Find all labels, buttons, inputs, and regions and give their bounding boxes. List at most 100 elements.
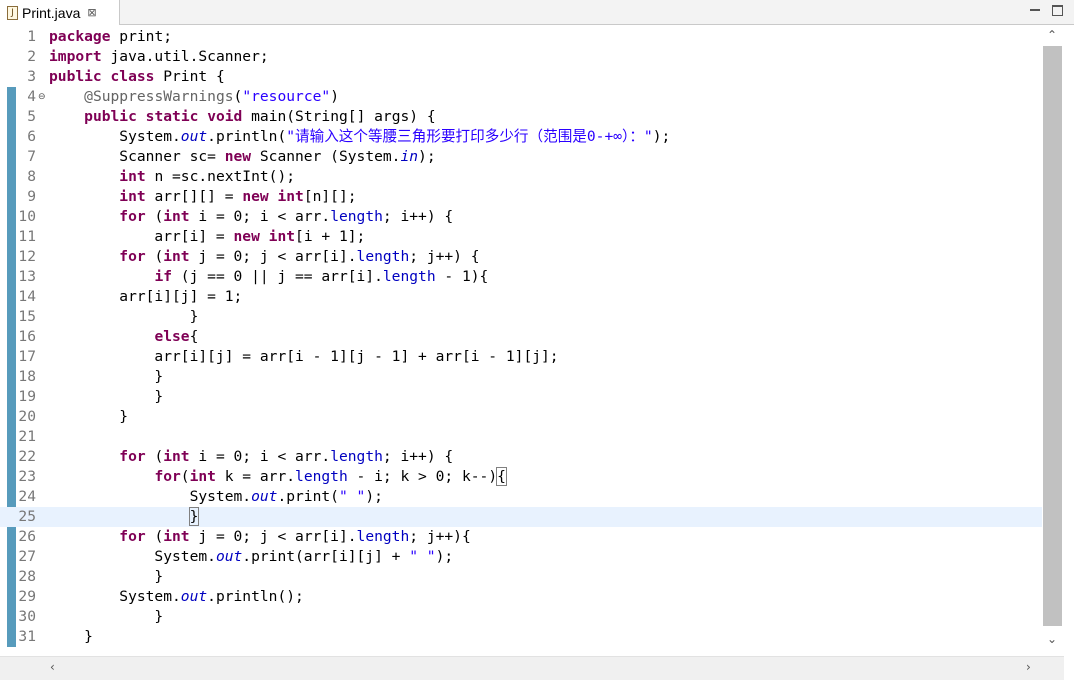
code-text: if (j == 0 || j == arr[i].length - 1){ <box>49 267 488 287</box>
code-line[interactable]: 29 System.out.println(); <box>0 587 1042 607</box>
code-token: public <box>84 108 137 125</box>
code-text: } <box>49 507 200 527</box>
scroll-up-icon[interactable]: ⌃ <box>1047 28 1057 42</box>
close-icon[interactable]: ⊠ <box>87 6 96 19</box>
code-token: j = 0; j < arr[i]. <box>189 528 357 545</box>
vertical-scrollbar[interactable]: ⌃ ⌄ <box>1042 26 1064 656</box>
code-token: } <box>49 388 164 405</box>
code-token: } <box>49 368 164 385</box>
code-token: } <box>49 628 93 645</box>
line-number: 30 <box>18 608 36 625</box>
line-number: 24 <box>18 488 36 505</box>
code-token: package <box>49 28 111 45</box>
code-token: [n][]; <box>303 188 357 205</box>
code-line[interactable]: 15 } <box>0 307 1042 327</box>
code-token: " " <box>338 488 366 505</box>
code-token: ); <box>652 128 671 145</box>
code-line[interactable]: 25 } <box>0 507 1042 527</box>
line-number: 25 <box>18 508 36 525</box>
code-line[interactable]: 20 } <box>0 407 1042 427</box>
code-token: System. <box>49 588 181 605</box>
line-number: 1 <box>27 28 36 45</box>
code-token: length <box>330 208 383 225</box>
code-line[interactable]: 17 arr[i][j] = arr[i - 1][j - 1] + arr[i… <box>0 347 1042 367</box>
code-line[interactable]: 16 else{ <box>0 327 1042 347</box>
code-line[interactable]: 3 public class Print { <box>0 67 1042 87</box>
code-line[interactable]: 31 } <box>0 627 1042 647</box>
code-token: else <box>154 328 190 345</box>
line-number: 26 <box>18 528 36 545</box>
code-line[interactable]: 4 ⊖ @SuppressWarnings("resource") <box>0 87 1042 107</box>
code-line[interactable]: 23 for(int k = arr.length - i; k > 0; k-… <box>0 467 1042 487</box>
code-line[interactable]: 27 System.out.print(arr[i][j] + " "); <box>0 547 1042 567</box>
line-number: 11 <box>18 228 36 245</box>
code-line[interactable]: 24 System.out.print(" "); <box>0 487 1042 507</box>
code-line[interactable]: 11 arr[i] = new int[i + 1]; <box>0 227 1042 247</box>
line-number: 14 <box>18 288 36 305</box>
line-number: 19 <box>18 388 36 405</box>
line-number: 29 <box>18 588 36 605</box>
code-line[interactable]: 19 } <box>0 387 1042 407</box>
code-token: i = 0; i < arr. <box>189 448 331 465</box>
code-line[interactable]: 22 for (int i = 0; i < arr.length; i++) … <box>0 447 1042 467</box>
code-token: new <box>224 148 252 165</box>
code-token: arr[i][j] = 1; <box>49 288 243 305</box>
code-line[interactable]: 13 if (j == 0 || j == arr[i].length - 1)… <box>0 267 1042 287</box>
line-number: 12 <box>18 248 36 265</box>
code-token: j = 0; j < arr[i]. <box>189 248 357 265</box>
code-token: int <box>163 448 190 465</box>
vertical-scroll-thumb[interactable] <box>1043 46 1062 626</box>
scroll-left-icon[interactable]: ‹ <box>50 660 55 674</box>
code-line[interactable]: 7 Scanner sc= new Scanner (System.in); <box>0 147 1042 167</box>
code-line[interactable]: 12 for (int j = 0; j < arr[i].length; j+… <box>0 247 1042 267</box>
code-line[interactable]: 21 <box>0 427 1042 447</box>
code-text: arr[i] = new int[i + 1]; <box>49 227 365 247</box>
line-number: 15 <box>18 308 36 325</box>
code-line[interactable]: 8 int n =sc.nextInt(); <box>0 167 1042 187</box>
code-text: System.out.println("请输入这个等腰三角形要打印多少行（范围是… <box>49 127 670 147</box>
code-text: public class Print { <box>49 67 225 87</box>
code-line[interactable]: 10 for (int i = 0; i < arr.length; i++) … <box>0 207 1042 227</box>
code-text: } <box>49 627 93 647</box>
line-number: 2 <box>27 48 36 65</box>
code-text: for (int i = 0; i < arr.length; i++) { <box>49 207 453 227</box>
code-token: main(String[] args) { <box>242 108 436 125</box>
code-token: ( <box>145 528 164 545</box>
code-text: else{ <box>49 327 198 347</box>
horizontal-scrollbar[interactable]: ‹ › <box>0 656 1064 680</box>
scroll-down-icon[interactable]: ⌄ <box>1047 632 1057 646</box>
code-token: ; j++){ <box>409 528 471 545</box>
code-token: in <box>400 148 419 165</box>
code-line[interactable]: 5 public static void main(String[] args)… <box>0 107 1042 127</box>
code-text: import java.util.Scanner; <box>49 47 269 67</box>
maximize-icon[interactable] <box>1051 3 1065 17</box>
code-token: arr[i][j] = arr[i - 1][j - 1] + arr[i - … <box>49 348 559 365</box>
line-number: 17 <box>18 348 36 365</box>
code-line[interactable]: 18 } <box>0 367 1042 387</box>
tab-print-java[interactable]: J Print.java ⊠ <box>0 0 120 25</box>
code-line[interactable]: 9 int arr[][] = new int[n][]; <box>0 187 1042 207</box>
minimize-icon[interactable] <box>1028 3 1042 17</box>
line-number: 13 <box>18 268 36 285</box>
code-token: { <box>496 467 507 486</box>
code-token: int <box>119 168 146 185</box>
code-token: ; i++) { <box>382 208 454 225</box>
code-line[interactable]: 1 package print; <box>0 27 1042 47</box>
code-line[interactable]: 28 } <box>0 567 1042 587</box>
code-token: int <box>189 468 216 485</box>
code-token: } <box>188 507 200 526</box>
fold-toggle-icon[interactable]: ⊖ <box>38 87 46 107</box>
code-line[interactable]: 14 arr[i][j] = 1; <box>0 287 1042 307</box>
code-line[interactable]: 2 import java.util.Scanner; <box>0 47 1042 67</box>
java-file-icon: J <box>7 5 18 20</box>
code-line[interactable]: 26 for (int j = 0; j < arr[i].length; j+… <box>0 527 1042 547</box>
code-token: java.util.Scanner; <box>101 48 269 65</box>
code-editor[interactable]: 1 package print; 2 import java.util.Scanner… <box>0 26 1042 656</box>
scroll-right-icon[interactable]: › <box>1026 660 1031 674</box>
code-token: } <box>49 408 129 425</box>
code-line[interactable]: 30 } <box>0 607 1042 627</box>
code-line[interactable]: 6 System.out.println("请输入这个等腰三角形要打印多少行（范… <box>0 127 1042 147</box>
